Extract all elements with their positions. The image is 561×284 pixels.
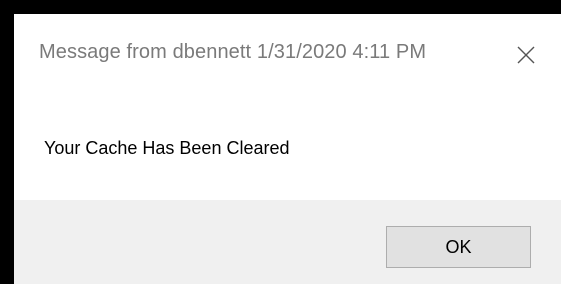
dialog-title: Message from dbennett 1/31/2020 4:11 PM [39,41,427,63]
dialog-message: Your Cache Has Been Cleared [44,138,290,158]
dialog-title-bar: Message from dbennett 1/31/2020 4:11 PM [14,14,561,94]
close-icon [517,46,535,64]
dialog-content: Your Cache Has Been Cleared [14,94,561,199]
close-button[interactable] [508,38,544,72]
dialog-footer: OK [14,200,561,284]
ok-button[interactable]: OK [386,226,531,268]
message-dialog: Message from dbennett 1/31/2020 4:11 PM … [14,14,561,284]
screenshot-frame: Message from dbennett 1/31/2020 4:11 PM … [0,0,561,284]
